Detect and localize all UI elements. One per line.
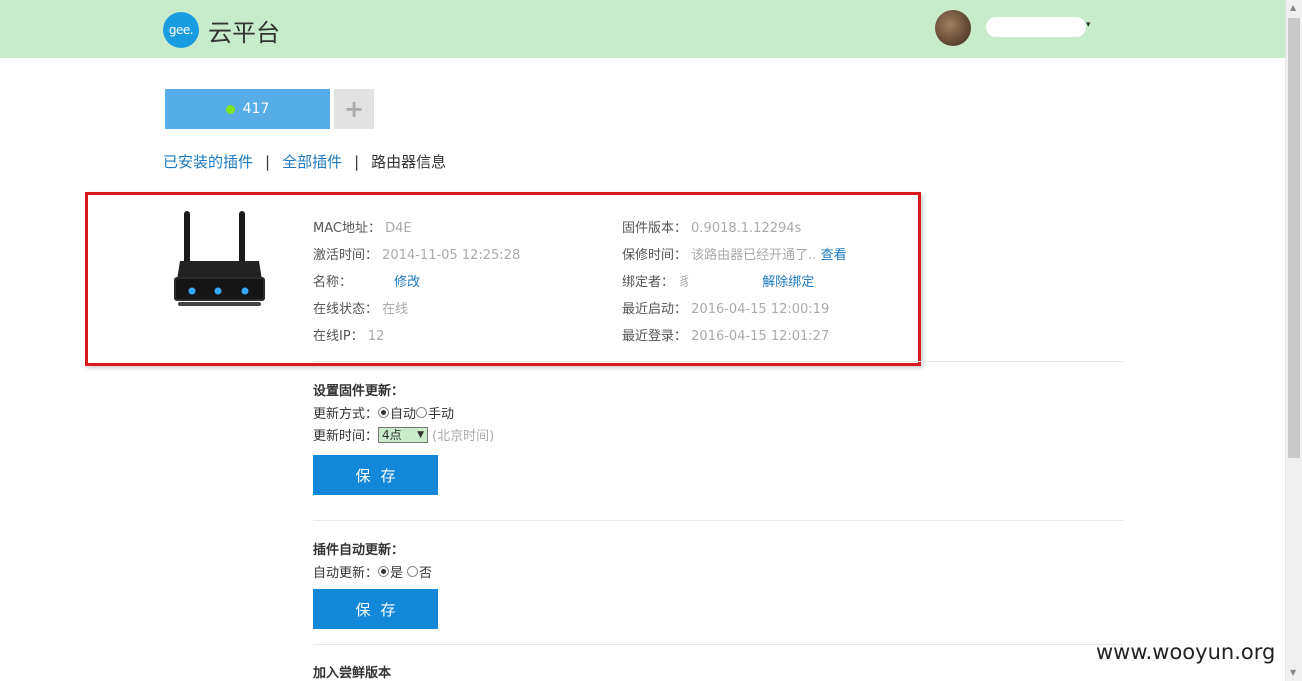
brand-title: 云平台 [208,19,280,47]
update-mode-auto-label[interactable]: 自动 [390,403,416,422]
update-time-select[interactable]: 4点 ▼ [378,426,429,443]
binder-value: 豸 [678,275,692,290]
section-divider [313,520,1123,521]
auto-update-label: 自动更新： [313,566,379,581]
warranty-row: 保修时间： 该路由器已经开通了.. 查看 [622,244,847,263]
select-caret-icon: ▼ [417,429,425,440]
warranty-value: 该路由器已经开通了.. [691,248,817,263]
section-divider [313,644,1123,645]
update-time-value: 4点 [382,428,402,442]
update-mode-manual-radio[interactable] [416,407,428,418]
plugin-nav: 已安装的插件 | 全部插件 | 路由器信息 [163,151,446,172]
name-edit-link[interactable]: 修改 [394,275,420,290]
nav-separator: | [354,152,360,171]
online-status-dot-icon [225,104,235,114]
update-mode-label: 更新方式： [313,407,379,422]
device-tab-label: 417 [242,101,270,117]
update-time-hint: (北京时间) [432,429,495,444]
unbind-link[interactable]: 解除绑定 [762,275,814,290]
firmware-label: 固件版本： [622,221,688,236]
user-avatar[interactable] [935,10,971,46]
nav-installed-plugins[interactable]: 已安装的插件 [163,151,253,172]
add-device-button[interactable]: + [334,89,374,129]
update-time-label: 更新时间： [313,429,379,444]
auto-update-yes-radio[interactable] [378,566,390,577]
warranty-view-link[interactable]: 查看 [821,248,847,263]
top-header: gee. 云平台 ▾ [0,0,1285,58]
watermark: www.wooyun.org [1096,640,1276,664]
last-boot-row: 最近启动： 2016-04-15 12:00:19 [622,298,829,317]
device-tab-active[interactable]: 417 [165,89,330,129]
update-mode-auto-radio[interactable] [378,407,390,418]
auto-update-yes-label[interactable]: 是 [390,562,403,581]
update-mode-manual-label[interactable]: 手动 [428,403,454,422]
firmware-update-title: 设置固件更新： [313,384,405,399]
plugin-save-button[interactable]: 保存 [313,589,438,629]
scroll-thumb[interactable] [1288,18,1300,458]
firmware-save-button[interactable]: 保存 [313,455,438,495]
mac-label: MAC地址： [313,221,381,236]
online-status-row: 在线状态： 在线 [313,298,408,317]
last-boot-value: 2016-04-15 12:00:19 [691,302,830,317]
nav-all-plugins[interactable]: 全部插件 [282,151,342,172]
name-row: 名称： 修改 [313,271,420,290]
activation-row: 激活时间： 2014-11-05 12:25:28 [313,244,520,263]
online-ip-value: 12 [367,329,385,344]
last-login-row: 最近登录： 2016-04-15 12:01:27 [622,325,829,344]
update-mode-row: 更新方式： 自动 手动 [313,403,454,422]
plugin-update-title: 插件自动更新： [313,543,405,558]
beta-title: 加入尝鲜版本 [313,666,392,681]
auto-update-no-radio[interactable] [407,566,419,577]
mac-row: MAC地址： D4E [313,217,412,236]
activation-label: 激活时间： [313,248,379,263]
online-status-value: 在线 [382,302,409,317]
activation-value: 2014-11-05 12:25:28 [382,248,521,263]
binder-row: 绑定者： 豸 解除绑定 [622,271,814,290]
last-boot-label: 最近启动： [622,302,688,317]
last-login-label: 最近登录： [622,329,688,344]
online-ip-label: 在线IP： [313,329,364,344]
online-ip-row: 在线IP： 12 [313,325,384,344]
scroll-up-icon[interactable]: ▲ [1290,3,1296,12]
user-menu-caret-icon[interactable]: ▾ [1086,20,1091,30]
name-label: 名称： [313,275,353,290]
auto-update-row: 自动更新： 是 否 [313,562,432,581]
online-status-label: 在线状态： [313,302,379,317]
router-image [174,211,265,306]
auto-update-no-label[interactable]: 否 [419,562,432,581]
nav-separator: | [265,152,271,171]
warranty-label: 保修时间： [622,248,688,263]
firmware-value: 0.9018.1.12294s [691,221,802,236]
page-scrollbar[interactable]: ▲ ▼ [1285,0,1302,681]
section-divider [313,361,1123,362]
gee-logo[interactable]: gee. [163,12,199,48]
update-time-row: 更新时间： 4点 ▼ (北京时间) [313,425,494,444]
last-login-value: 2016-04-15 12:01:27 [691,329,830,344]
firmware-row: 固件版本： 0.9018.1.12294s [622,217,801,236]
binder-label: 绑定者： [622,275,675,290]
username-redacted[interactable] [986,17,1086,37]
nav-router-info[interactable]: 路由器信息 [371,151,446,172]
mac-value: D4E [385,221,412,236]
scroll-down-icon[interactable]: ▼ [1290,668,1296,677]
